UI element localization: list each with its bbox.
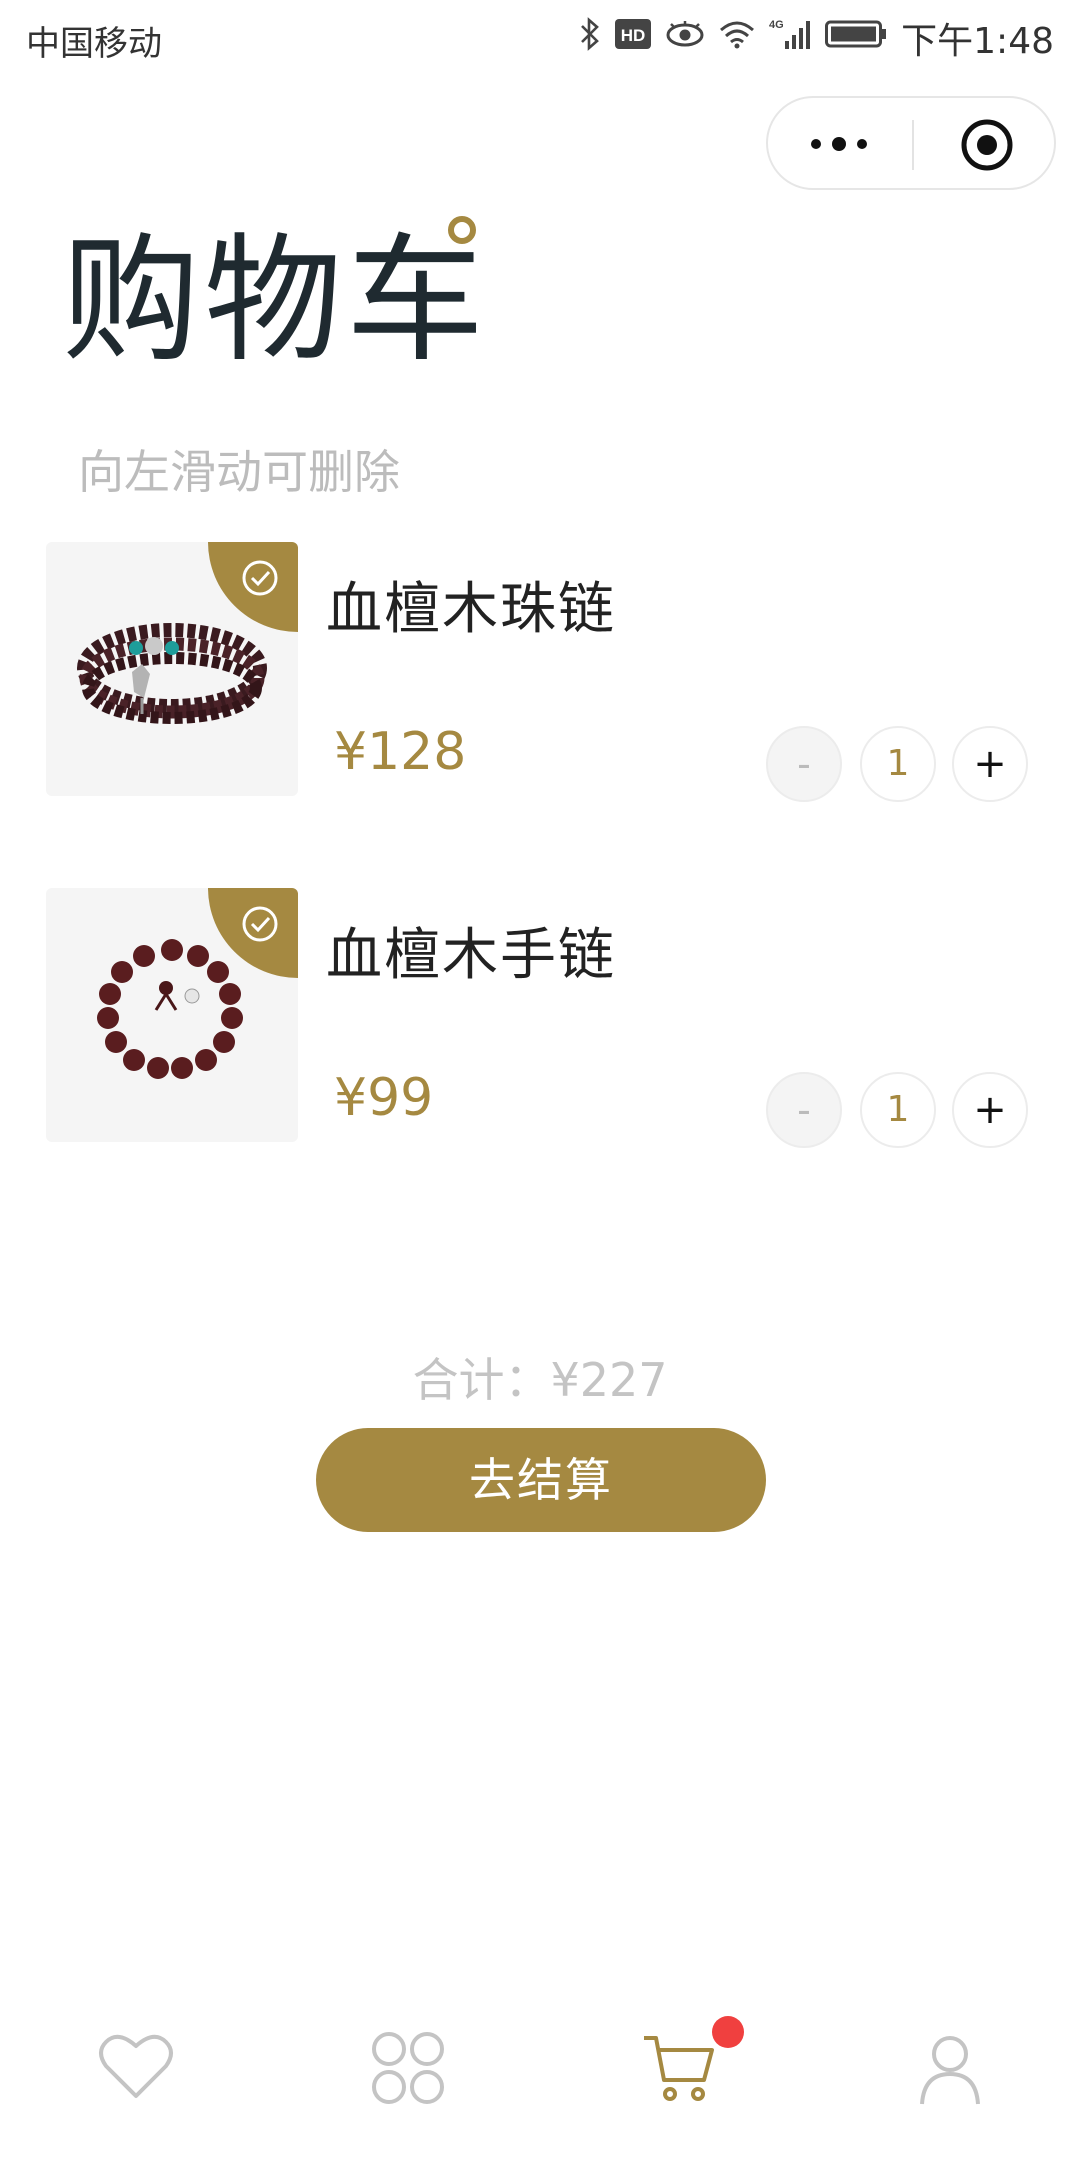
more-dots-icon[interactable] bbox=[808, 126, 870, 166]
decrease-quantity-button[interactable]: - bbox=[766, 1072, 842, 1148]
cart-item[interactable]: 血檀木手链 ¥99 - 1 + bbox=[0, 888, 1080, 1148]
decrease-quantity-button[interactable]: - bbox=[766, 726, 842, 802]
product-image-bead-bracelet[interactable] bbox=[46, 888, 298, 1142]
status-icons: HD 4G 下午1:48 bbox=[579, 12, 1054, 64]
product-name: 血檀木手链 bbox=[326, 923, 616, 988]
status-bar: 中国移动 HD 4G 下午1:48 bbox=[0, 0, 1080, 76]
product-price: ¥99 bbox=[334, 1068, 434, 1128]
bottom-tabbar bbox=[0, 2000, 1080, 2140]
hd-icon: HD bbox=[615, 18, 652, 58]
grid-icon bbox=[372, 2032, 444, 2104]
wifi-icon bbox=[719, 18, 755, 58]
cart-total: 合计：¥227 bbox=[412, 1353, 668, 1407]
signal-icon: 4G bbox=[769, 17, 811, 60]
battery-icon bbox=[825, 18, 887, 58]
page-title: 购物车 bbox=[62, 220, 489, 381]
carrier-label: 中国移动 bbox=[26, 24, 162, 64]
tab-favorites[interactable] bbox=[84, 2020, 184, 2120]
capsule-divider bbox=[912, 120, 914, 170]
tab-categories[interactable] bbox=[356, 2020, 456, 2120]
cart-badge bbox=[712, 2016, 744, 2048]
tab-profile[interactable] bbox=[898, 2020, 998, 2120]
quantity-value: 1 bbox=[860, 726, 936, 802]
checkout-button[interactable]: 去结算 bbox=[316, 1428, 766, 1532]
quantity-value: 1 bbox=[860, 1072, 936, 1148]
check-circle-icon bbox=[242, 560, 278, 596]
cart-icon bbox=[644, 2036, 714, 2101]
network-label: 4G bbox=[769, 19, 784, 31]
increase-quantity-button[interactable]: + bbox=[952, 1072, 1028, 1148]
product-image-bead-necklace[interactable] bbox=[46, 542, 298, 796]
status-time: 下午1:48 bbox=[901, 21, 1054, 62]
swipe-hint: 向左滑动可删除 bbox=[78, 445, 400, 499]
product-name: 血檀木珠链 bbox=[326, 577, 616, 642]
eye-icon bbox=[665, 18, 705, 58]
product-price: ¥128 bbox=[334, 722, 467, 782]
target-circle-icon[interactable] bbox=[958, 116, 1016, 178]
increase-quantity-button[interactable]: + bbox=[952, 726, 1028, 802]
heart-icon bbox=[99, 2034, 173, 2098]
miniprogram-capsule bbox=[766, 96, 1056, 190]
cart-item[interactable]: 血檀木珠链 ¥128 - 1 + bbox=[0, 542, 1080, 802]
user-icon bbox=[920, 2036, 980, 2105]
title-dot-decoration bbox=[448, 216, 476, 244]
hd-label: HD bbox=[621, 26, 646, 45]
check-circle-icon bbox=[242, 906, 278, 942]
bluetooth-icon bbox=[579, 16, 601, 60]
